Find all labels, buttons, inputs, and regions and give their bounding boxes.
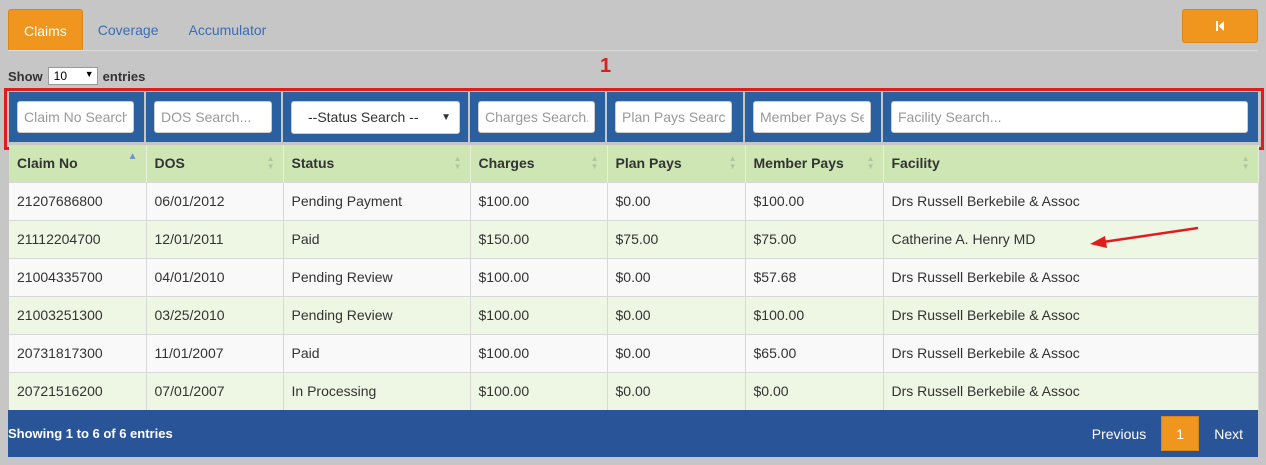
cell-member-pays: $57.68 (745, 257, 884, 296)
cell-plan-pays: $0.00 (607, 371, 746, 410)
sort-icon: ▲ ▼ (1241, 154, 1250, 171)
show-label: Show (8, 68, 43, 84)
next-button[interactable]: Next (1199, 426, 1258, 442)
sort-asc-icon: ▲ (127, 151, 138, 162)
sort-icon: ▲ ▼ (728, 154, 737, 171)
cell-claim-no: 21207686800 (9, 181, 147, 220)
tab-divider (8, 50, 1258, 51)
table-row[interactable]: 21112204700 12/01/2011 Paid $150.00 $75.… (9, 219, 1259, 258)
cell-dos: 12/01/2011 (146, 219, 284, 258)
column-header-member-pays[interactable]: Member Pays ▲ ▼ (745, 145, 884, 182)
back-button[interactable] (1182, 9, 1258, 43)
column-header-claim-no[interactable]: Claim No ▲ (9, 145, 147, 182)
previous-button[interactable]: Previous (1077, 426, 1161, 442)
cell-facility: Drs Russell Berkebile & Assoc (883, 181, 1259, 220)
sort-icon: ▲ ▼ (453, 154, 462, 171)
cell-member-pays: $0.00 (745, 371, 884, 410)
tab-coverage[interactable]: Coverage (83, 9, 174, 51)
cell-charges: $100.00 (470, 257, 608, 296)
column-header-plan-pays[interactable]: Plan Pays ▲ ▼ (607, 145, 746, 182)
annotation-highlight-box (4, 88, 1264, 150)
cell-plan-pays: $0.00 (607, 333, 746, 372)
cell-facility: Drs Russell Berkebile & Assoc (883, 295, 1259, 334)
table-row[interactable]: 20721516200 07/01/2007 In Processing $10… (9, 371, 1259, 410)
cell-status: Pending Payment (283, 181, 471, 220)
entries-label: entries (102, 68, 146, 84)
claims-table: Claim No ▲ DOS ▲ ▼ Status ▲ ▼ Charges ▲ ▼ Plan … (9, 145, 1259, 410)
column-label: Status (291, 155, 335, 172)
column-label: Claim No (17, 155, 78, 172)
column-label: Facility (891, 155, 940, 172)
cell-plan-pays: $0.00 (607, 295, 746, 334)
column-label: Plan Pays (615, 155, 682, 172)
table-footer: Showing 1 to 6 of 6 entries Previous 1 N… (8, 410, 1258, 457)
table-row[interactable]: 21003251300 03/25/2010 Pending Review $1… (9, 295, 1259, 334)
pagination: Previous 1 Next (1077, 416, 1258, 451)
annotation-number: 1 (600, 55, 612, 77)
annotation-arrow-icon (1090, 226, 1199, 248)
column-header-dos[interactable]: DOS ▲ ▼ (146, 145, 284, 182)
cell-dos: 06/01/2012 (146, 181, 284, 220)
cell-claim-no: 20731817300 (9, 333, 147, 372)
cell-member-pays: $100.00 (745, 295, 884, 334)
cell-facility: Drs Russell Berkebile & Assoc (883, 371, 1259, 410)
cell-dos: 11/01/2007 (146, 333, 284, 372)
sort-icon: ▲ ▼ (266, 154, 275, 171)
sort-icon: ▲ ▼ (590, 154, 599, 171)
cell-member-pays: $65.00 (745, 333, 884, 372)
cell-dos: 07/01/2007 (146, 371, 284, 410)
table-row[interactable]: 20731817300 11/01/2007 Paid $100.00 $0.0… (9, 333, 1259, 372)
sort-icon: ▲ ▼ (866, 154, 875, 171)
cell-claim-no: 21112204700 (9, 219, 147, 258)
cell-claim-no: 21003251300 (9, 295, 147, 334)
entries-select-wrap: 10 ▼ (43, 67, 103, 85)
cell-plan-pays: $0.00 (607, 181, 746, 220)
cell-dos: 03/25/2010 (146, 295, 284, 334)
tab-bar: Claims Coverage Accumulator (8, 9, 281, 51)
cell-claim-no: 20721516200 (9, 371, 147, 410)
table-info: Showing 1 to 6 of 6 entries (8, 426, 173, 441)
cell-charges: $100.00 (470, 371, 608, 410)
cell-charges: $100.00 (470, 181, 608, 220)
cell-charges: $100.00 (470, 295, 608, 334)
cell-claim-no: 21004335700 (9, 257, 147, 296)
column-header-charges[interactable]: Charges ▲ ▼ (470, 145, 608, 182)
cell-charges: $100.00 (470, 333, 608, 372)
table-row[interactable]: 21207686800 06/01/2012 Pending Payment $… (9, 181, 1259, 220)
cell-dos: 04/01/2010 (146, 257, 284, 296)
entries-select[interactable]: 10 (47, 67, 98, 85)
column-label: DOS (154, 155, 185, 172)
cell-facility: Drs Russell Berkebile & Assoc (883, 333, 1259, 372)
cell-member-pays: $100.00 (745, 181, 884, 220)
cell-status: Paid (283, 333, 471, 372)
tab-claims[interactable]: Claims (8, 9, 83, 51)
tab-accumulator[interactable]: Accumulator (173, 9, 281, 51)
cell-plan-pays: $0.00 (607, 257, 746, 296)
header-row: Claim No ▲ DOS ▲ ▼ Status ▲ ▼ Charges ▲ ▼ Plan … (9, 145, 1259, 182)
column-header-status[interactable]: Status ▲ ▼ (283, 145, 471, 182)
cell-status: Pending Review (283, 295, 471, 334)
cell-status: In Processing (283, 371, 471, 410)
cell-plan-pays: $75.00 (607, 219, 746, 258)
skip-back-icon (1216, 21, 1224, 31)
cell-charges: $150.00 (470, 219, 608, 258)
column-label: Member Pays (753, 155, 844, 172)
cell-status: Pending Review (283, 257, 471, 296)
column-label: Charges (478, 155, 535, 172)
length-control: Show 10 ▼ entries (8, 67, 145, 85)
cell-member-pays: $75.00 (745, 219, 884, 258)
table-row[interactable]: 21004335700 04/01/2010 Pending Review $1… (9, 257, 1259, 296)
page-1-button[interactable]: 1 (1161, 416, 1200, 451)
column-header-facility[interactable]: Facility ▲ ▼ (883, 145, 1259, 182)
cell-status: Paid (283, 219, 471, 258)
cell-facility: Drs Russell Berkebile & Assoc (883, 257, 1259, 296)
